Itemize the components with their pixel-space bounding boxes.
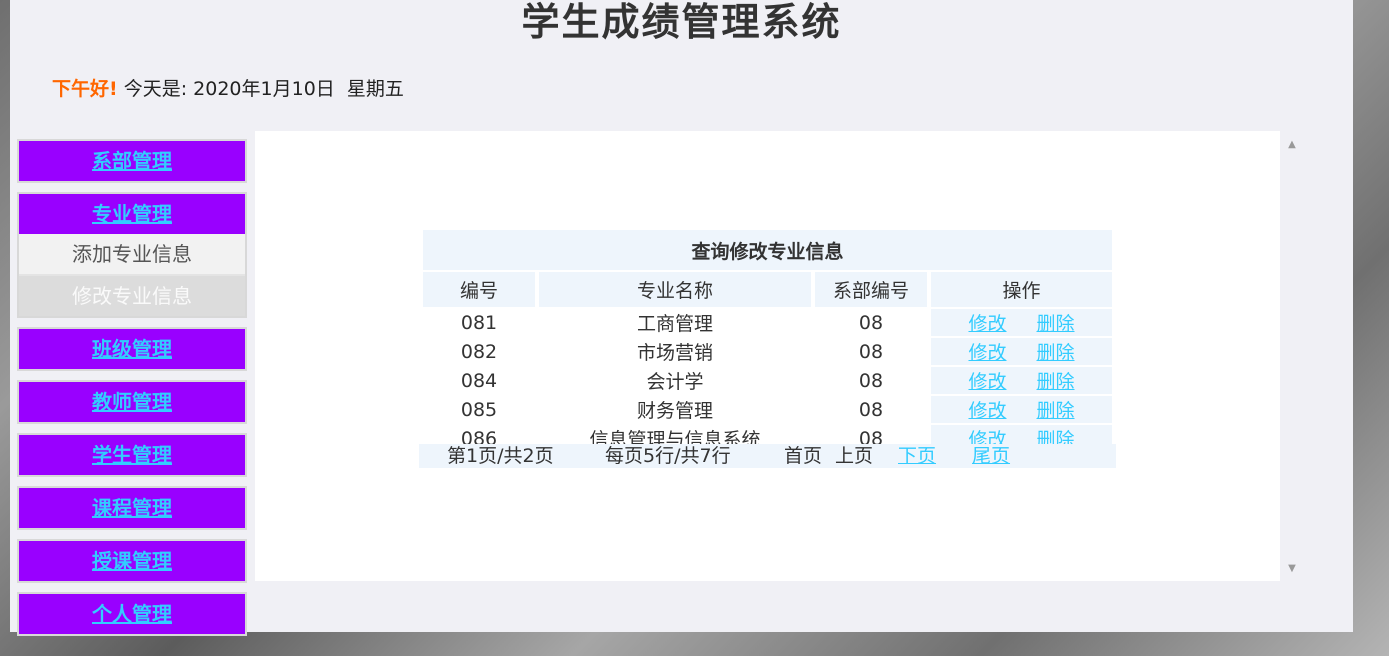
cell-id: 085 [460, 398, 498, 421]
last-page-link[interactable]: 尾页 [972, 444, 1010, 468]
delete-link[interactable]: 删除 [1037, 313, 1075, 335]
delete-link[interactable]: 删除 [1037, 371, 1075, 393]
menu-group-teacher: 教师管理 [17, 380, 247, 424]
greeting-bar: 下午好! 今天是: 2020年1月10日 星期五 [52, 74, 404, 101]
edit-link[interactable]: 修改 [968, 313, 1006, 335]
rows-info: 每页5行/共7行 [605, 445, 731, 467]
cell-name: 会计学 [646, 371, 704, 393]
col-dept: 系部编号 [815, 272, 927, 307]
cell-name: 财务管理 [636, 400, 713, 422]
page: 学生成绩管理系统 下午好! 今天是: 2020年1月10日 星期五 系部管理 专… [10, 0, 1353, 636]
menu-personal-management[interactable]: 个人管理 [19, 594, 245, 634]
menu-teacher-management[interactable]: 教师管理 [19, 382, 245, 422]
table-title: 查询修改专业信息 [423, 230, 1112, 270]
cell-dept: 08 [858, 311, 884, 334]
menu-teaching-management[interactable]: 授课管理 [19, 541, 245, 581]
menu-add-major[interactable]: 添加专业信息 [19, 234, 245, 276]
table-row: 081 工商管理 08 修改 删除 [423, 309, 1112, 336]
menu-group-major: 专业管理 添加专业信息 修改专业信息 [17, 192, 247, 318]
menu-student-management[interactable]: 学生管理 [19, 435, 245, 475]
edit-link[interactable]: 修改 [968, 400, 1006, 422]
pagination-bar: 第1页/共2页 每页5行/共7行 首页 上页 下页 尾页 [419, 444, 1116, 468]
next-page-link[interactable]: 下页 [898, 444, 936, 468]
cell-id: 084 [460, 369, 498, 392]
cell-name: 市场营销 [636, 342, 713, 364]
cell-id: 081 [460, 311, 498, 334]
table-row: 085 财务管理 08 修改 删除 [423, 396, 1112, 423]
page-title: 学生成绩管理系统 [521, 0, 842, 44]
menu-dept-management[interactable]: 系部管理 [19, 141, 245, 181]
col-id: 编号 [423, 272, 535, 307]
col-name: 专业名称 [539, 272, 811, 307]
menu-edit-major[interactable]: 修改专业信息 [19, 276, 245, 316]
date-text: 今天是: 2020年1月10日 星期五 [123, 78, 404, 100]
sidebar-menu: 系部管理 专业管理 添加专业信息 修改专业信息 班级管理 教师管理 学生管理 课… [17, 139, 247, 645]
cell-ops: 修改 删除 [931, 338, 1112, 365]
menu-group-personal: 个人管理 [17, 592, 247, 636]
col-ops: 操作 [931, 272, 1112, 307]
major-table: 查询修改专业信息 编号 专业名称 系部编号 操作 081 工商管理 08 修改删… [419, 228, 1116, 454]
cell-dept: 08 [858, 369, 884, 392]
scroll-down-arrow[interactable]: ▼ [1285, 564, 1299, 574]
greeting-text: 下午好! [52, 78, 118, 100]
cell-ops: 修改 删除 [931, 396, 1112, 423]
delete-link[interactable]: 删除 [1037, 342, 1075, 364]
menu-group-teaching: 授课管理 [17, 539, 247, 583]
menu-major-management[interactable]: 专业管理 [19, 194, 245, 234]
table-row: 084 会计学 08 修改 删除 [423, 367, 1112, 394]
delete-link[interactable]: 删除 [1037, 400, 1075, 422]
cell-ops: 修改 删除 [931, 309, 1112, 336]
menu-class-management[interactable]: 班级管理 [19, 329, 245, 369]
first-page: 首页 [784, 445, 823, 467]
menu-group-course: 课程管理 [17, 486, 247, 530]
edit-link[interactable]: 修改 [968, 371, 1006, 393]
cell-dept: 08 [858, 398, 884, 421]
menu-group-dept: 系部管理 [17, 139, 247, 183]
prev-page: 上页 [835, 445, 874, 467]
menu-course-management[interactable]: 课程管理 [19, 488, 245, 528]
menu-group-student: 学生管理 [17, 433, 247, 477]
edit-link[interactable]: 修改 [968, 342, 1006, 364]
menu-group-class: 班级管理 [17, 327, 247, 371]
page-info: 第1页/共2页 [447, 445, 554, 467]
cell-ops: 修改 删除 [931, 367, 1112, 394]
cell-id: 082 [460, 340, 498, 363]
cell-name: 工商管理 [636, 313, 713, 335]
cell-dept: 08 [858, 340, 884, 363]
scroll-up-arrow[interactable]: ▲ [1285, 140, 1299, 150]
table-row: 082 市场营销 08 修改 删除 [423, 338, 1112, 365]
content-frame: 查询修改专业信息 编号 专业名称 系部编号 操作 081 工商管理 08 修改删… [255, 131, 1280, 581]
